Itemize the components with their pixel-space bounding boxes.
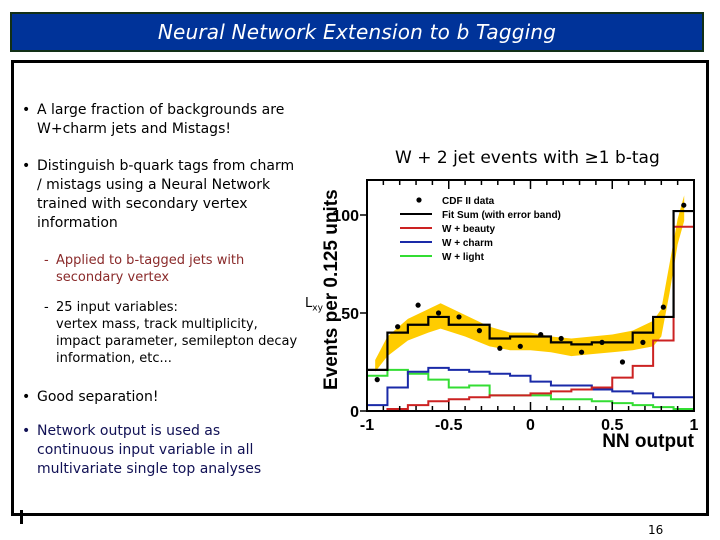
corner-mark [20, 510, 23, 524]
bullet-line: continuous input variable in all [37, 442, 254, 458]
sub-bullet-line: impact parameter, semilepton decay [56, 334, 298, 349]
bullet-line: information [37, 215, 118, 231]
lxy-sub: xy [312, 303, 323, 314]
bullet-line: Network output is used as [37, 423, 221, 439]
bullet-line: trained with secondary vertex [37, 196, 248, 212]
sub-bullet-line: 25 input variables: [56, 300, 178, 315]
bullet-line: A large fraction of backgrounds are [37, 102, 285, 118]
sub-bullet-line: Applied to b-tagged jets with [56, 253, 245, 268]
sub-bullet-line: secondary vertex [56, 270, 170, 285]
dash-icon: - [44, 253, 49, 268]
sub-bullet-line: information, etc... [56, 351, 172, 366]
bullet-dot-icon: • [22, 389, 31, 405]
bullet-line: Distinguish b-quark tags from charm [37, 158, 295, 174]
slide-title: Neural Network Extension to b Tagging [157, 20, 557, 44]
bullet-line: multivariate single top analyses [37, 461, 262, 477]
sub-bullet-line: vertex mass, track multiplicity, [56, 317, 258, 332]
bullet-dot-icon: • [22, 158, 31, 174]
bullet-line: W+charm jets and Mistags! [37, 121, 231, 137]
slide-title-bar: Neural Network Extension to b Tagging [10, 12, 704, 52]
lxy-annotation: Lxy [305, 296, 323, 314]
bullet-dot-icon: • [22, 102, 31, 118]
dash-icon: - [44, 300, 49, 315]
chart-title: W + 2 jet events with ≥1 b-tag [395, 148, 660, 168]
page-number: 16 [648, 523, 664, 537]
bullet-dot-icon: • [22, 423, 31, 439]
bullet-line: Good separation! [37, 389, 159, 405]
bullet-line: / mistags using a Neural Network [37, 177, 271, 193]
